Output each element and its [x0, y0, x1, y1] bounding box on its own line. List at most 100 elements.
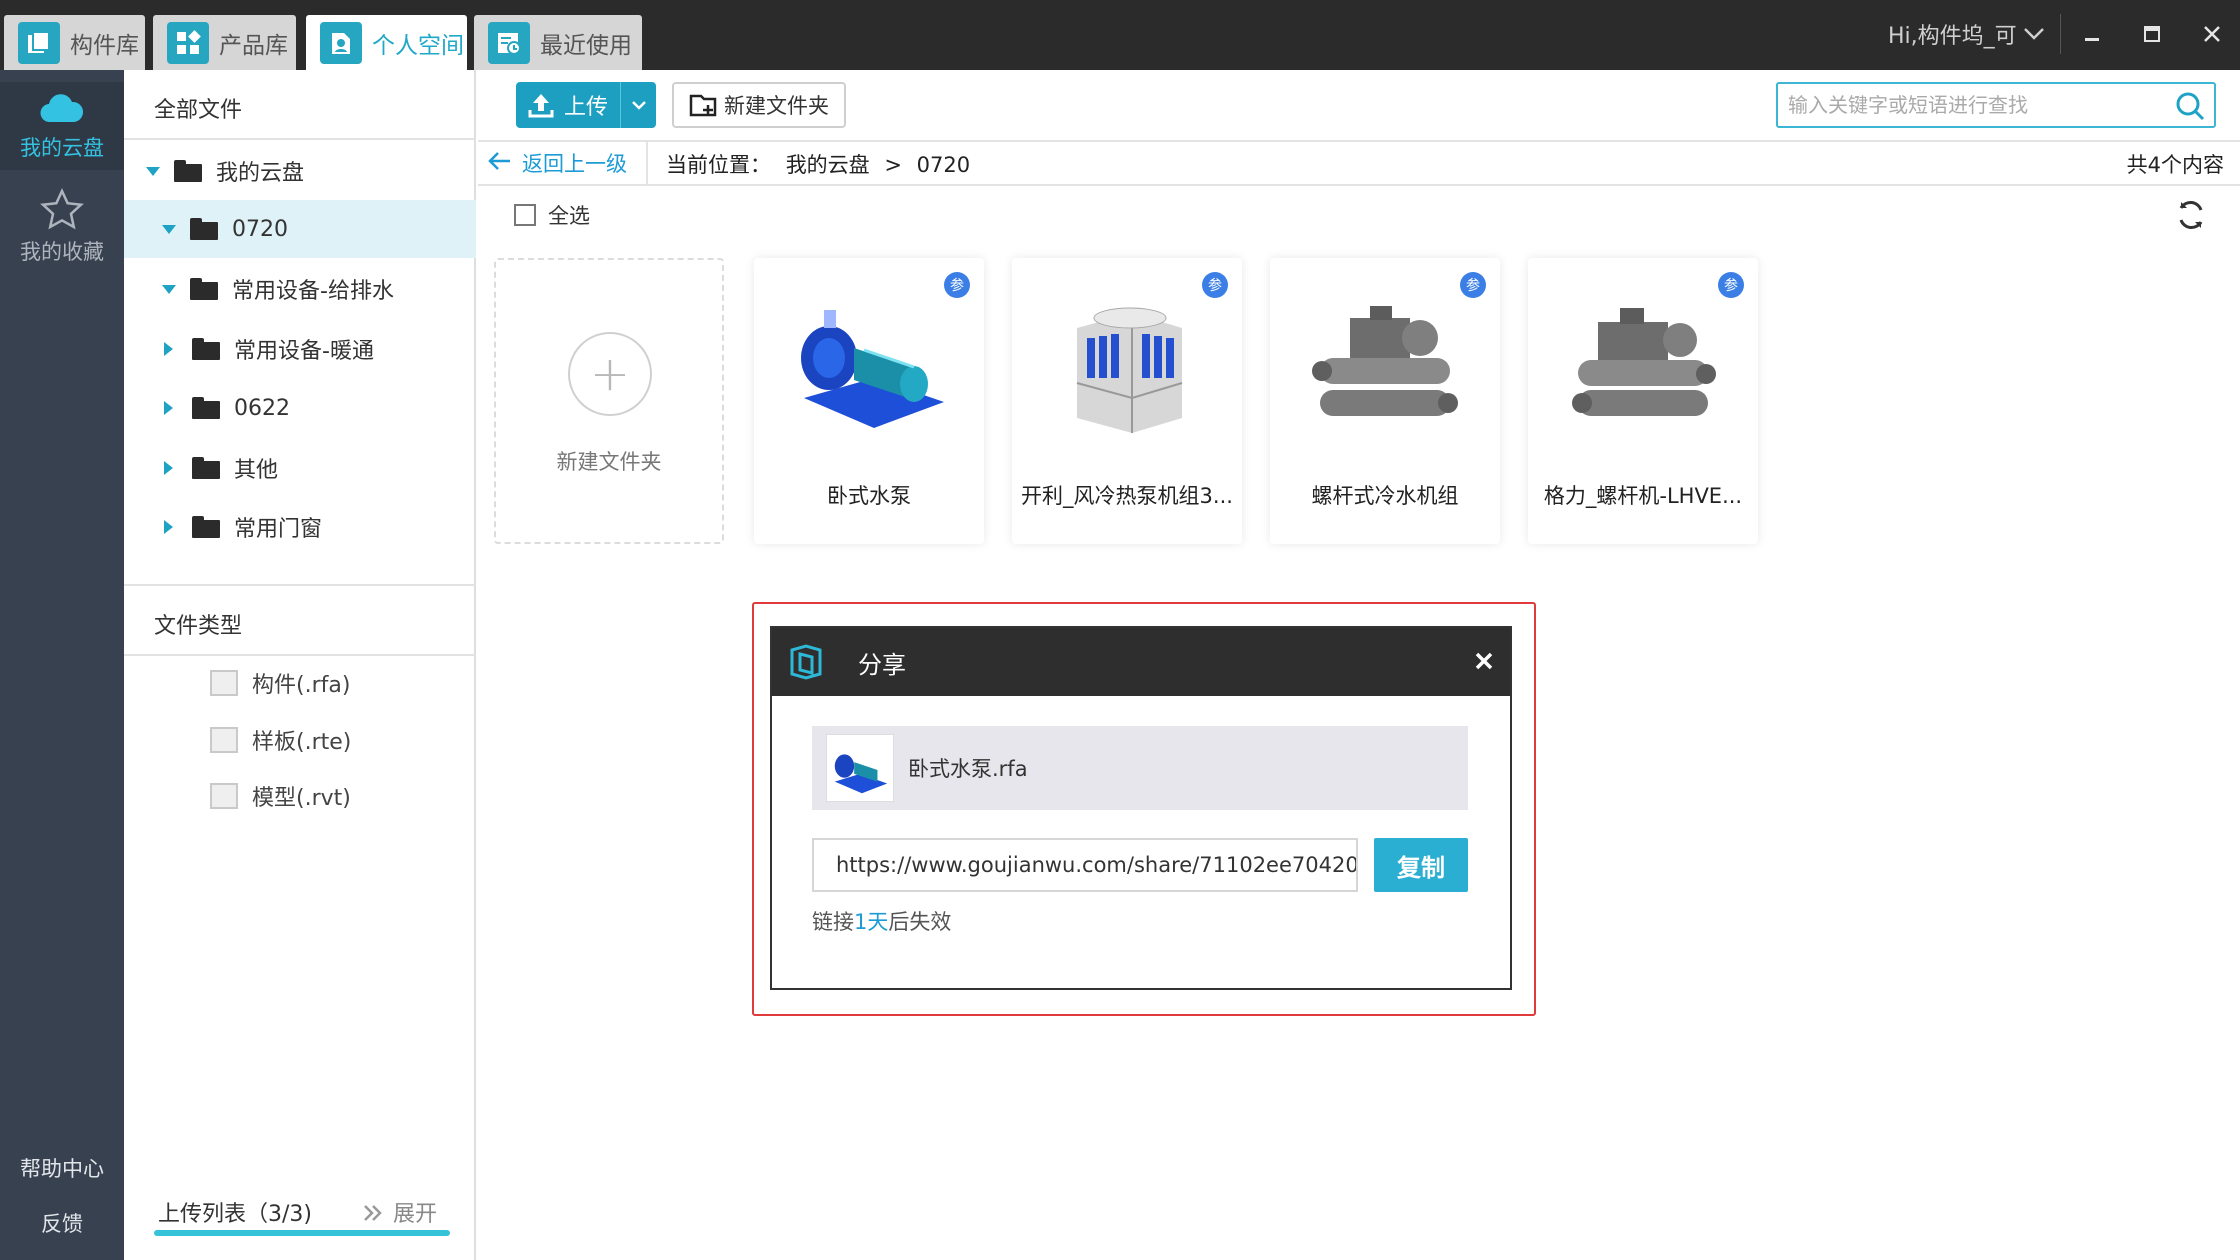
tree-item-0720[interactable]: 0720 [124, 200, 476, 258]
folder-icon [192, 457, 220, 479]
expand-upload-list-button[interactable]: 展开 [362, 1196, 437, 1228]
select-all[interactable]: 全选 [514, 200, 590, 230]
tree-item-root[interactable]: 我的云盘 [124, 142, 476, 200]
horizontal-pump-thumbnail [801, 310, 944, 428]
maximize-icon [2144, 26, 2160, 42]
user-menu[interactable]: Hi,构件坞_可 [1888, 18, 2045, 50]
expand-arrow-icon[interactable] [162, 284, 176, 294]
tab-personal-space[interactable]: 个人空间 [306, 15, 467, 70]
collapse-arrow-icon[interactable] [164, 461, 173, 475]
tree-item-label: 常用设备-给排水 [232, 279, 394, 304]
tree-item-other[interactable]: 其他 [124, 439, 476, 497]
file-types-heading: 文件类型 [154, 614, 243, 639]
collapse-arrow-icon[interactable] [164, 401, 173, 415]
tree-item-doors-windows[interactable]: 常用门窗 [124, 498, 476, 556]
tab-label: 构件库 [70, 32, 139, 59]
copy-button[interactable]: 复制 [1374, 838, 1468, 892]
upload-button[interactable]: 上传 [516, 82, 656, 128]
file-card[interactable]: 参 螺杆式冷水机组 [1270, 258, 1500, 544]
file-name: 开利_风冷热泵机组3... [1021, 484, 1233, 508]
back-button[interactable]: 返回上一级 [488, 148, 627, 178]
select-all-checkbox[interactable] [514, 204, 536, 226]
expand-arrow-icon[interactable] [146, 166, 160, 176]
breadcrumb-bar: 返回上一级 当前位置： 我的云盘 > 0720 共4个内容 [478, 140, 2240, 186]
close-icon [1475, 652, 1493, 670]
tree-item-plumbing[interactable]: 常用设备-给排水 [124, 260, 476, 318]
tree-item-hvac[interactable]: 常用设备-暖通 [124, 320, 476, 378]
file-type-rvt[interactable]: 模型(.rvt) [210, 776, 351, 816]
file-card[interactable]: 参 格力_螺杆机-LHVE... [1528, 258, 1758, 544]
refresh-icon[interactable] [2174, 198, 2208, 232]
expand-arrow-icon[interactable] [162, 224, 176, 234]
new-folder-button[interactable]: 新建文件夹 [672, 82, 846, 128]
folder-icon [190, 278, 218, 300]
rail-item-my-cloud[interactable]: 我的云盘 [0, 82, 124, 170]
search-box[interactable] [1776, 82, 2216, 128]
all-files-heading[interactable]: 全部文件 [154, 92, 242, 124]
upload-list[interactable]: 上传列表（3/3) 展开 [158, 1196, 458, 1228]
param-badge: 参 [1718, 272, 1744, 298]
component-library-icon [18, 21, 60, 64]
shared-file-name: 卧式水泵.rfa [908, 757, 1028, 781]
file-name: 卧式水泵 [827, 484, 911, 508]
divider [124, 654, 476, 656]
file-type-rte[interactable]: 样板(.rte) [210, 720, 351, 760]
folder-icon [174, 160, 202, 182]
collapse-arrow-icon[interactable] [164, 342, 173, 356]
dialog-header: 分享 [772, 628, 1510, 696]
expiry-notice: 链接1天后失效 [812, 906, 951, 936]
tab-product-library[interactable]: 产品库 [153, 15, 296, 70]
file-type-rfa[interactable]: 构件(.rfa) [210, 663, 350, 703]
back-label: 返回上一级 [522, 152, 627, 176]
new-folder-icon [689, 94, 717, 117]
new-folder-card[interactable]: + 新建文件夹 [494, 258, 724, 544]
upload-dropdown-button[interactable] [620, 82, 656, 128]
tab-component-library[interactable]: 构件库 [4, 15, 145, 70]
file-card[interactable]: 参 开利_风冷热泵机组3... [1012, 258, 1242, 544]
divider [646, 142, 648, 184]
dialog-title: 分享 [858, 650, 906, 679]
close-dialog-button[interactable] [1474, 644, 1494, 679]
maximize-button[interactable] [2132, 14, 2172, 54]
share-link-field[interactable]: https://www.goujianwu.com/share/71102ee7… [812, 838, 1358, 892]
divider [2060, 14, 2061, 54]
minimize-icon [2085, 38, 2099, 41]
tree-item-0622[interactable]: 0622 [124, 379, 476, 437]
param-badge: 参 [944, 272, 970, 298]
tab-label: 产品库 [219, 32, 288, 59]
breadcrumb: 当前位置： 我的云盘 > 0720 [666, 149, 978, 179]
rail-item-label: 我的云盘 [20, 136, 104, 160]
folder-icon [192, 516, 220, 538]
tab-label: 个人空间 [372, 32, 464, 59]
file-card[interactable]: 参 卧式水泵 [754, 258, 984, 544]
search-icon [2176, 92, 2205, 121]
screw-chiller-thumbnail [1572, 308, 1716, 416]
tab-recent[interactable]: 最近使用 [474, 15, 642, 70]
breadcrumb-item[interactable]: 我的云盘 [786, 153, 870, 177]
folder-icon [190, 218, 218, 240]
tree-item-label: 其他 [234, 458, 279, 483]
help-center-link[interactable]: 帮助中心 [0, 1153, 124, 1187]
folder-tree-panel: 全部文件 我的云盘 0720 常用设备-给排水 常用设备-暖通 0622 其他 … [124, 70, 476, 1260]
horizontal-pump-thumbnail [826, 734, 894, 802]
feedback-link[interactable]: 反馈 [0, 1208, 124, 1242]
close-window-button[interactable] [2192, 14, 2232, 54]
search-input[interactable] [1788, 93, 2158, 117]
breadcrumb-item[interactable]: 0720 [917, 153, 970, 177]
tree-item-label: 我的云盘 [216, 161, 305, 186]
heat-pump-unit-thumbnail [1076, 307, 1183, 433]
upload-progress-bar [154, 1230, 450, 1236]
shared-file: 卧式水泵.rfa [812, 726, 1468, 810]
minimize-button[interactable] [2072, 14, 2112, 54]
title-bar: 构件库 产品库 个人空间 最近使用 Hi,构件坞_可 [0, 0, 2240, 70]
expiry-value[interactable]: 1天 [854, 910, 888, 934]
collapse-arrow-icon[interactable] [164, 520, 173, 534]
plus-icon: + [568, 332, 652, 416]
rail-item-favorites[interactable]: 我的收藏 [0, 182, 124, 270]
file-type-label: 样板(.rte) [252, 730, 352, 755]
tree-item-label: 常用门窗 [234, 517, 323, 542]
file-name: 螺杆式冷水机组 [1311, 484, 1459, 508]
file-type-label: 模型(.rvt) [252, 786, 351, 811]
param-badge: 参 [1202, 272, 1228, 298]
screw-chiller-thumbnail [1312, 306, 1458, 416]
